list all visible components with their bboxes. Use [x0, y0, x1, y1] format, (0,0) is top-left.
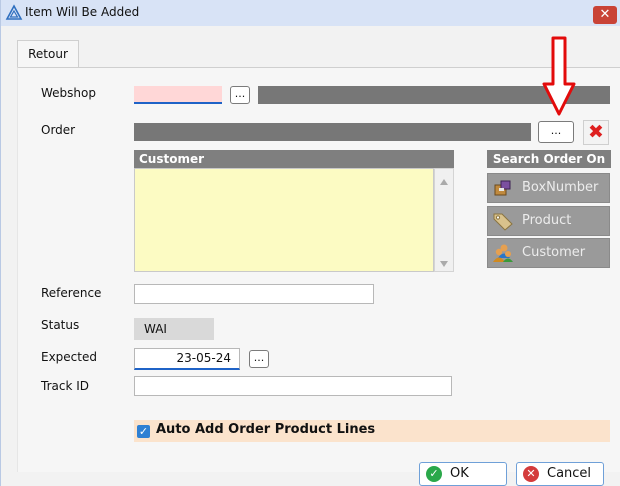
reference-label: Reference [41, 286, 102, 300]
order-input[interactable] [134, 123, 531, 141]
search-customer-label: Customer [522, 245, 586, 260]
check-circle-icon: ✓ [426, 466, 442, 482]
ok-label: OK [450, 466, 469, 481]
tab-retour[interactable]: Retour [17, 40, 79, 68]
track-id-label: Track ID [41, 379, 89, 393]
window-title: Item Will Be Added [25, 5, 140, 19]
auto-add-row[interactable]: ✓ Auto Add Order Product Lines [134, 420, 610, 442]
scroll-down-icon[interactable] [440, 261, 448, 267]
tag-icon [493, 213, 513, 231]
customer-scrollbar[interactable] [434, 168, 454, 272]
expected-label: Expected [41, 350, 97, 364]
track-id-input[interactable] [134, 376, 452, 396]
webshop-label: Webshop [41, 86, 96, 100]
webshop-browse-button[interactable]: ... [230, 86, 250, 104]
reference-input[interactable] [134, 284, 374, 304]
dialog-window: Item Will Be Added ✕ Retour Webshop ... … [0, 0, 620, 486]
customer-textarea[interactable] [134, 168, 434, 272]
search-customer-button[interactable]: Customer [487, 238, 610, 268]
cancel-circle-icon: ✕ [523, 466, 539, 482]
expected-date-input[interactable]: 23-05-24 [134, 348, 240, 370]
search-product-button[interactable]: Product [487, 206, 610, 236]
search-order-on-header: Search Order On [487, 150, 611, 168]
box-icon [494, 180, 511, 196]
auto-add-label: Auto Add Order Product Lines [156, 422, 376, 437]
users-icon [493, 244, 513, 262]
delete-order-button[interactable]: ✖ [583, 120, 609, 145]
cancel-button[interactable]: ✕ Cancel [516, 462, 604, 486]
auto-add-checkbox[interactable]: ✓ [137, 425, 150, 438]
ok-button[interactable]: ✓ OK [419, 462, 507, 486]
search-product-label: Product [522, 213, 572, 228]
scroll-up-icon[interactable] [440, 179, 448, 185]
status-value: WAI [134, 318, 214, 340]
title-bar: Item Will Be Added ✕ [1, 0, 620, 26]
annotation-arrow-icon [542, 36, 576, 116]
close-button[interactable]: ✕ [593, 6, 617, 24]
expected-date-picker-button[interactable]: ... [249, 350, 269, 368]
cancel-label: Cancel [547, 466, 592, 481]
order-browse-button[interactable]: ... [538, 121, 574, 143]
status-label: Status [41, 318, 80, 332]
search-boxnumber-label: BoxNumber [522, 180, 599, 195]
app-logo-icon [5, 4, 23, 20]
webshop-input[interactable] [134, 86, 222, 104]
order-label: Order [41, 123, 76, 137]
search-boxnumber-button[interactable]: BoxNumber [487, 173, 610, 203]
customer-header: Customer [134, 150, 454, 168]
